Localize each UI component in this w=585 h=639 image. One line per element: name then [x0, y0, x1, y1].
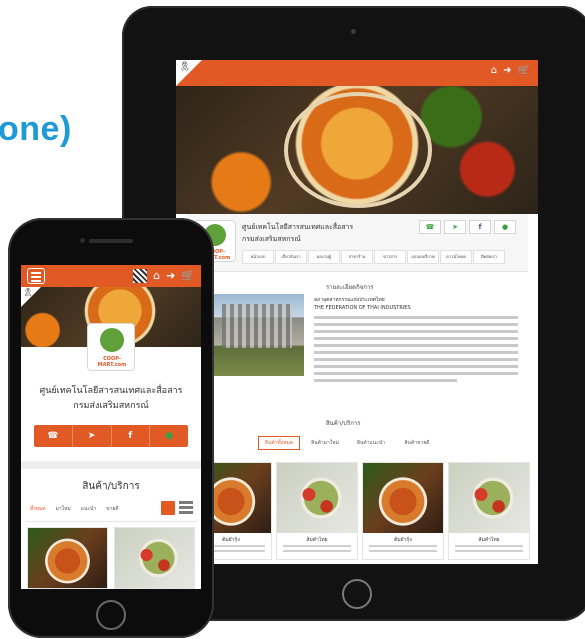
about-heading: รายละเอียดกิจการ [326, 284, 374, 291]
section-separator [21, 461, 201, 469]
tab-recommended[interactable]: แนะนำ [76, 500, 102, 518]
tablet-nav: หน้าแรก เกี่ยวกับเรา ผลงานผู้ สาขาร้าน ข… [242, 250, 505, 264]
product-tabs: สินค้าทั้งหมด สินค้ามาใหม่ สินค้าแนะนำ ส… [258, 436, 438, 450]
product-description [283, 545, 351, 555]
store-title-line1: ศูนย์เทคโนโลยีสารสนเทศและสื่อสาร [39, 386, 183, 396]
login-icon[interactable]: ➜ [166, 269, 175, 283]
store-info-bar: COOP-MART.com ศูนย์เทคโนโลยีสารสนเทศและส… [186, 214, 528, 272]
product-card[interactable] [27, 527, 108, 589]
nav-item[interactable]: ติดต่อเรา [473, 250, 505, 264]
phone-home-button[interactable] [96, 600, 126, 630]
about-name-en: THE FEDERATION OF THAI INDUSTRIES [314, 305, 411, 311]
product-name: ส้มตำไทย [306, 537, 328, 543]
headline-fragment: one) [0, 110, 72, 148]
tab-best-sellers[interactable]: สินค้าขายดี [396, 436, 438, 450]
tab-all[interactable]: ทั้งหมด [25, 500, 51, 518]
home-icon[interactable]: ⌂ [491, 65, 497, 76]
khao-soi-bowl [284, 92, 432, 208]
store-logo[interactable]: COOP-MART.com [87, 323, 135, 371]
phone-speaker [89, 239, 133, 243]
tab-new[interactable]: มาใหม่ [51, 500, 76, 518]
product-image [449, 463, 529, 533]
nav-item[interactable]: หน้าแรก [242, 250, 274, 264]
cart-icon[interactable]: 🛒 [518, 65, 530, 76]
about-name-th: สภาอุตสาหกรรมแห่งประเทศไทย [314, 297, 385, 303]
social-buttons: ☎ ➤ f ● [419, 220, 516, 234]
logo-emblem [100, 328, 124, 352]
facebook-icon[interactable]: f [469, 220, 491, 234]
view-mode-toggle [161, 501, 193, 515]
product-card[interactable]: ส้มตำไทย [276, 462, 358, 560]
phone-top-bar: ⌂ ➜ 🛒 [21, 265, 201, 287]
location-icon[interactable]: ➤ [73, 425, 112, 447]
nav-item[interactable]: แกลเลอรี่ภาพ [407, 250, 439, 264]
phone-device: ⌂ ➜ 🛒 🎗 COOP-MART.com ศูนย์เทคโนโลยีสารส… [8, 218, 214, 638]
product-image [28, 528, 107, 588]
product-card[interactable]: ต้มยำกุ้ง [362, 462, 444, 560]
tab-divider [25, 521, 197, 522]
phone-icon[interactable]: ☎ [419, 220, 441, 234]
tablet-header-icons: ⌂ ➜ 🛒 [491, 65, 530, 76]
phone-camera [80, 238, 85, 243]
products-heading: สินค้า/บริการ [326, 420, 361, 427]
product-name: ต้มยำกุ้ง [394, 537, 412, 543]
ribbon-icon: 🎗 [179, 62, 191, 72]
nav-item[interactable]: เกี่ยวกับเรา [275, 250, 307, 264]
tab-recommended[interactable]: สินค้าแนะนำ [350, 436, 392, 450]
product-grid: ต้มยำกุ้ง ส้มตำไทย ต้มยำกุ้ง ส้มตำไทย [190, 462, 530, 560]
tablet-top-bar: ⌂ ➜ 🛒 [176, 60, 538, 86]
store-title-line2: กรมส่งเสริมสหกรณ์ [242, 235, 301, 243]
nav-item[interactable]: สาขาร้าน [341, 250, 373, 264]
product-card[interactable]: ส้มตำไทย [448, 462, 530, 560]
facebook-icon[interactable]: f [112, 425, 151, 447]
tablet-home-button[interactable] [342, 579, 372, 609]
logo-text: COOP-MART.com [97, 356, 127, 368]
store-title-line1: ศูนย์เทคโนโลยีสารสนเทศและสื่อสาร [242, 223, 354, 231]
tab-all-products[interactable]: สินค้าทั้งหมด [258, 436, 300, 450]
location-icon[interactable]: ➤ [444, 220, 466, 234]
products-heading: สินค้า/บริการ [82, 481, 140, 492]
nav-item[interactable]: ข่าวสาร [374, 250, 406, 264]
tablet-screen: ⌂ ➜ 🛒 🎗 COOP-MART.com ศูนย์เทคโนโลยีสารส… [176, 60, 538, 564]
line-icon[interactable]: ● [494, 220, 516, 234]
qr-code-icon[interactable] [133, 269, 148, 283]
tab-new-products[interactable]: สินค้ามาใหม่ [304, 436, 346, 450]
nav-item[interactable]: ดาวน์โหลด [440, 250, 472, 264]
product-tabs: ทั้งหมด มาใหม่ แนะนำ ขายดี [25, 500, 124, 518]
store-title-line2: กรมส่งเสริมสหกรณ์ [73, 401, 149, 411]
product-grid [27, 527, 195, 589]
product-description [455, 545, 523, 555]
tablet-camera [351, 29, 356, 34]
building-windows [222, 304, 292, 348]
phone-screen: ⌂ ➜ 🛒 🎗 COOP-MART.com ศูนย์เทคโนโลยีสารส… [21, 265, 201, 589]
hero-banner [176, 86, 538, 214]
home-icon[interactable]: ⌂ [153, 269, 160, 283]
product-card[interactable] [114, 527, 195, 589]
cart-icon[interactable]: 🛒 [181, 269, 195, 283]
product-description [369, 545, 437, 555]
nav-item[interactable]: ผลงานผู้ [308, 250, 340, 264]
phone-icon[interactable]: ☎ [34, 425, 73, 447]
product-image [277, 463, 357, 533]
login-icon[interactable]: ➜ [503, 65, 511, 76]
list-view-icon[interactable] [179, 501, 193, 515]
hamburger-menu-icon[interactable] [27, 268, 45, 284]
about-body-text [314, 316, 518, 386]
product-image [363, 463, 443, 533]
grid-view-icon[interactable] [161, 501, 175, 515]
ribbon-icon: 🎗 [23, 288, 34, 297]
phone-header-icons: ⌂ ➜ 🛒 [133, 269, 195, 283]
tab-best-sellers[interactable]: ขายดี [101, 500, 123, 518]
product-image [115, 528, 194, 588]
line-icon[interactable]: ● [150, 425, 188, 447]
product-name: ส้มตำไทย [478, 537, 500, 543]
contact-action-bar: ☎ ➤ f ● [34, 425, 188, 447]
